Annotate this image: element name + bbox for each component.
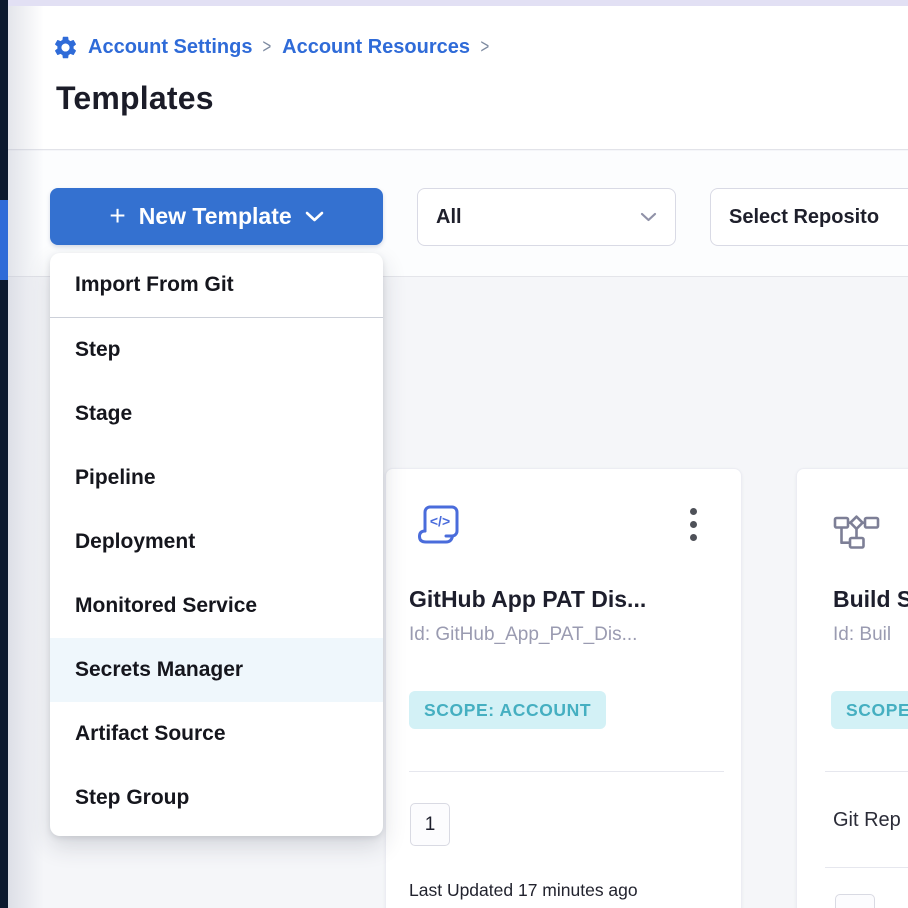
card-divider <box>825 771 908 772</box>
template-id: Id: Buil <box>833 624 891 646</box>
template-title: Build S <box>833 586 908 613</box>
scope-badge: SCOPE <box>831 691 908 729</box>
menu-item-deployment[interactable]: Deployment <box>50 510 383 574</box>
menu-item-stage[interactable]: Stage <box>50 382 383 446</box>
sidebar-active-indicator <box>0 200 8 280</box>
template-card-github-app-pat[interactable]: </> GitHub App PAT Dis... Id: GitHub_App… <box>385 468 742 908</box>
page-header: Account Settings > Account Resources > T… <box>8 0 908 150</box>
top-accent-bar <box>8 0 908 6</box>
git-repo-label: Git Rep <box>833 809 901 832</box>
chevron-down-icon <box>640 212 657 222</box>
flowchart-icon <box>833 511 881 556</box>
card-divider <box>409 771 724 772</box>
card-menu-icon[interactable] <box>688 506 699 543</box>
breadcrumb: Account Settings > Account Resources > <box>52 34 491 61</box>
version-chip: 1 <box>410 803 450 846</box>
collapsed-sidebar-strip <box>0 0 8 908</box>
breadcrumb-separator: > <box>263 36 272 59</box>
card-divider <box>825 867 908 868</box>
template-type-value: All <box>436 206 462 229</box>
menu-item-step[interactable]: Step <box>50 318 383 382</box>
breadcrumb-account-settings[interactable]: Account Settings <box>88 36 252 59</box>
repository-filter-value: Select Reposito <box>729 206 879 229</box>
chevron-down-icon <box>305 211 324 222</box>
templates-page: Account Settings > Account Resources > T… <box>0 0 908 908</box>
new-template-label: New Template <box>139 203 292 230</box>
template-card-build-stage[interactable]: Build S Id: Buil SCOPE Git Rep <box>796 468 908 908</box>
new-template-menu: Import From Git Step Stage Pipeline Depl… <box>50 253 383 836</box>
menu-item-secrets-manager[interactable]: Secrets Manager <box>50 638 383 702</box>
scope-badge: SCOPE: ACCOUNT <box>409 691 606 729</box>
menu-item-artifact-source[interactable]: Artifact Source <box>50 702 383 766</box>
menu-item-import-from-git[interactable]: Import From Git <box>50 253 383 317</box>
gear-icon[interactable] <box>52 34 79 61</box>
last-updated-text: Last Updated 17 minutes ago <box>409 880 638 901</box>
menu-item-step-group[interactable]: Step Group <box>50 766 383 830</box>
template-id: Id: GitHub_App_PAT_Dis... <box>409 624 637 646</box>
breadcrumb-separator: > <box>480 36 489 59</box>
template-title: GitHub App PAT Dis... <box>409 586 646 613</box>
version-chip <box>835 894 875 908</box>
menu-item-monitored-service[interactable]: Monitored Service <box>50 574 383 638</box>
menu-item-pipeline[interactable]: Pipeline <box>50 446 383 510</box>
svg-text:</>: </> <box>430 513 450 529</box>
new-template-button[interactable]: + New Template <box>50 188 383 245</box>
plus-icon: + <box>109 202 125 230</box>
breadcrumb-account-resources[interactable]: Account Resources <box>282 36 470 59</box>
repository-filter[interactable]: Select Reposito <box>710 188 908 246</box>
code-scroll-icon: </> <box>417 502 463 556</box>
template-type-filter[interactable]: All <box>417 188 676 246</box>
page-title: Templates <box>56 80 214 117</box>
